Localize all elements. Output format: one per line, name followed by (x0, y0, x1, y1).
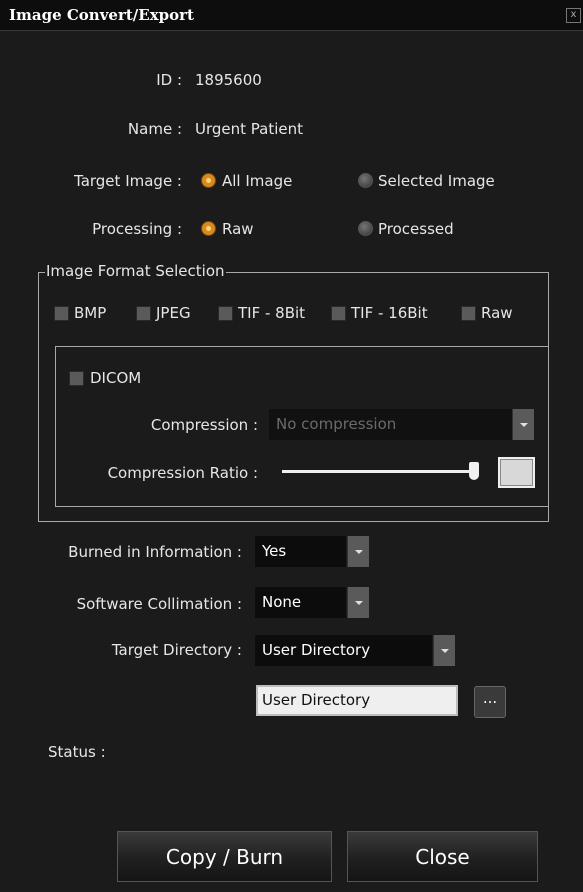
checkbox-tif-8bit-label: TIF - 8Bit (238, 304, 306, 322)
compression-ratio-label: Compression Ratio : (107, 464, 258, 482)
checkbox-tif-16bit[interactable] (331, 306, 346, 321)
checkbox-dicom[interactable] (69, 371, 84, 386)
radio-raw-label: Raw (222, 220, 254, 238)
id-value: 1895600 (195, 71, 262, 89)
software-collimation-dropdown-icon[interactable] (347, 587, 369, 618)
checkbox-raw-label: Raw (481, 304, 513, 322)
radio-processed-label: Processed (378, 220, 454, 238)
directory-path-input[interactable]: User Directory (256, 685, 458, 716)
name-value: Urgent Patient (195, 120, 304, 138)
image-format-legend: Image Format Selection (45, 262, 226, 280)
status-label: Status : (48, 743, 106, 761)
burned-in-information-label: Burned in Information : (68, 543, 242, 561)
checkbox-jpeg[interactable] (136, 306, 151, 321)
target-directory-dropdown-icon[interactable] (433, 635, 455, 666)
checkbox-raw[interactable] (461, 306, 476, 321)
software-collimation-select[interactable]: None (255, 587, 346, 618)
checkbox-tif-8bit[interactable] (218, 306, 233, 321)
radio-selected-image[interactable] (358, 173, 373, 188)
radio-selected-image-label: Selected Image (378, 172, 495, 190)
burned-in-information-select[interactable]: Yes (255, 536, 346, 567)
checkbox-bmp-label: BMP (74, 304, 107, 322)
compression-ratio-slider[interactable] (282, 470, 474, 473)
target-directory-select[interactable]: User Directory (255, 635, 432, 666)
checkbox-bmp[interactable] (54, 306, 69, 321)
radio-raw[interactable] (201, 221, 216, 236)
compression-label: Compression : (150, 416, 258, 434)
compression-ratio-value-box[interactable] (498, 457, 535, 488)
browse-button[interactable]: ... (474, 686, 506, 718)
id-label: ID : (156, 71, 182, 89)
target-image-label: Target Image : (74, 172, 182, 190)
compression-dropdown-icon[interactable] (512, 409, 534, 440)
burned-in-dropdown-icon[interactable] (347, 536, 369, 567)
compression-select[interactable]: No compression (269, 409, 512, 440)
checkbox-jpeg-label: JPEG (156, 304, 191, 322)
name-label: Name : (127, 120, 182, 138)
copy-burn-button[interactable]: Copy / Burn (117, 831, 332, 882)
radio-all-image-label: All Image (222, 172, 293, 190)
close-button[interactable]: Close (347, 831, 538, 882)
compression-ratio-slider-thumb[interactable] (469, 462, 479, 480)
window-title: Image Convert/Export (9, 6, 194, 24)
checkbox-tif-16bit-label: TIF - 16Bit (351, 304, 428, 322)
processing-label: Processing : (92, 220, 182, 238)
checkbox-dicom-label: DICOM (90, 369, 142, 387)
radio-all-image[interactable] (201, 173, 216, 188)
radio-processed[interactable] (358, 221, 373, 236)
close-icon[interactable]: x (566, 8, 581, 23)
title-bar: Image Convert/Export x (0, 0, 583, 31)
software-collimation-label: Software Collimation : (76, 595, 242, 613)
target-directory-label: Target Directory : (111, 641, 242, 659)
